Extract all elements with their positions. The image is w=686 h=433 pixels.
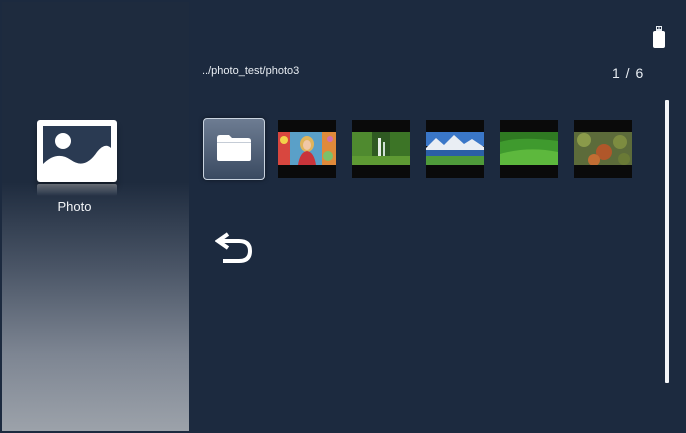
photo-browser-screen: Photo ../photo_test/photo3 1 / 6: [2, 2, 684, 431]
page-counter: 1 / 6: [612, 65, 645, 81]
folder-icon: [217, 135, 251, 161]
photo-icon[interactable]: [37, 120, 117, 182]
sidebar: Photo: [2, 2, 189, 431]
photo-label: Photo: [57, 199, 92, 214]
thumbnail-4[interactable]: [500, 120, 558, 178]
thumbnail-2[interactable]: [352, 120, 410, 178]
thumbnail-1[interactable]: [278, 120, 336, 178]
thumbnail-5[interactable]: [574, 120, 632, 178]
usb-drive-icon: [653, 26, 665, 48]
folder-item[interactable]: [203, 118, 265, 180]
photo-icon-reflection: [37, 184, 117, 196]
back-arrow-icon[interactable]: [215, 230, 255, 264]
scrollbar[interactable]: [665, 100, 669, 383]
current-path: ../photo_test/photo3: [202, 65, 300, 77]
thumbnail-3[interactable]: [426, 120, 484, 178]
